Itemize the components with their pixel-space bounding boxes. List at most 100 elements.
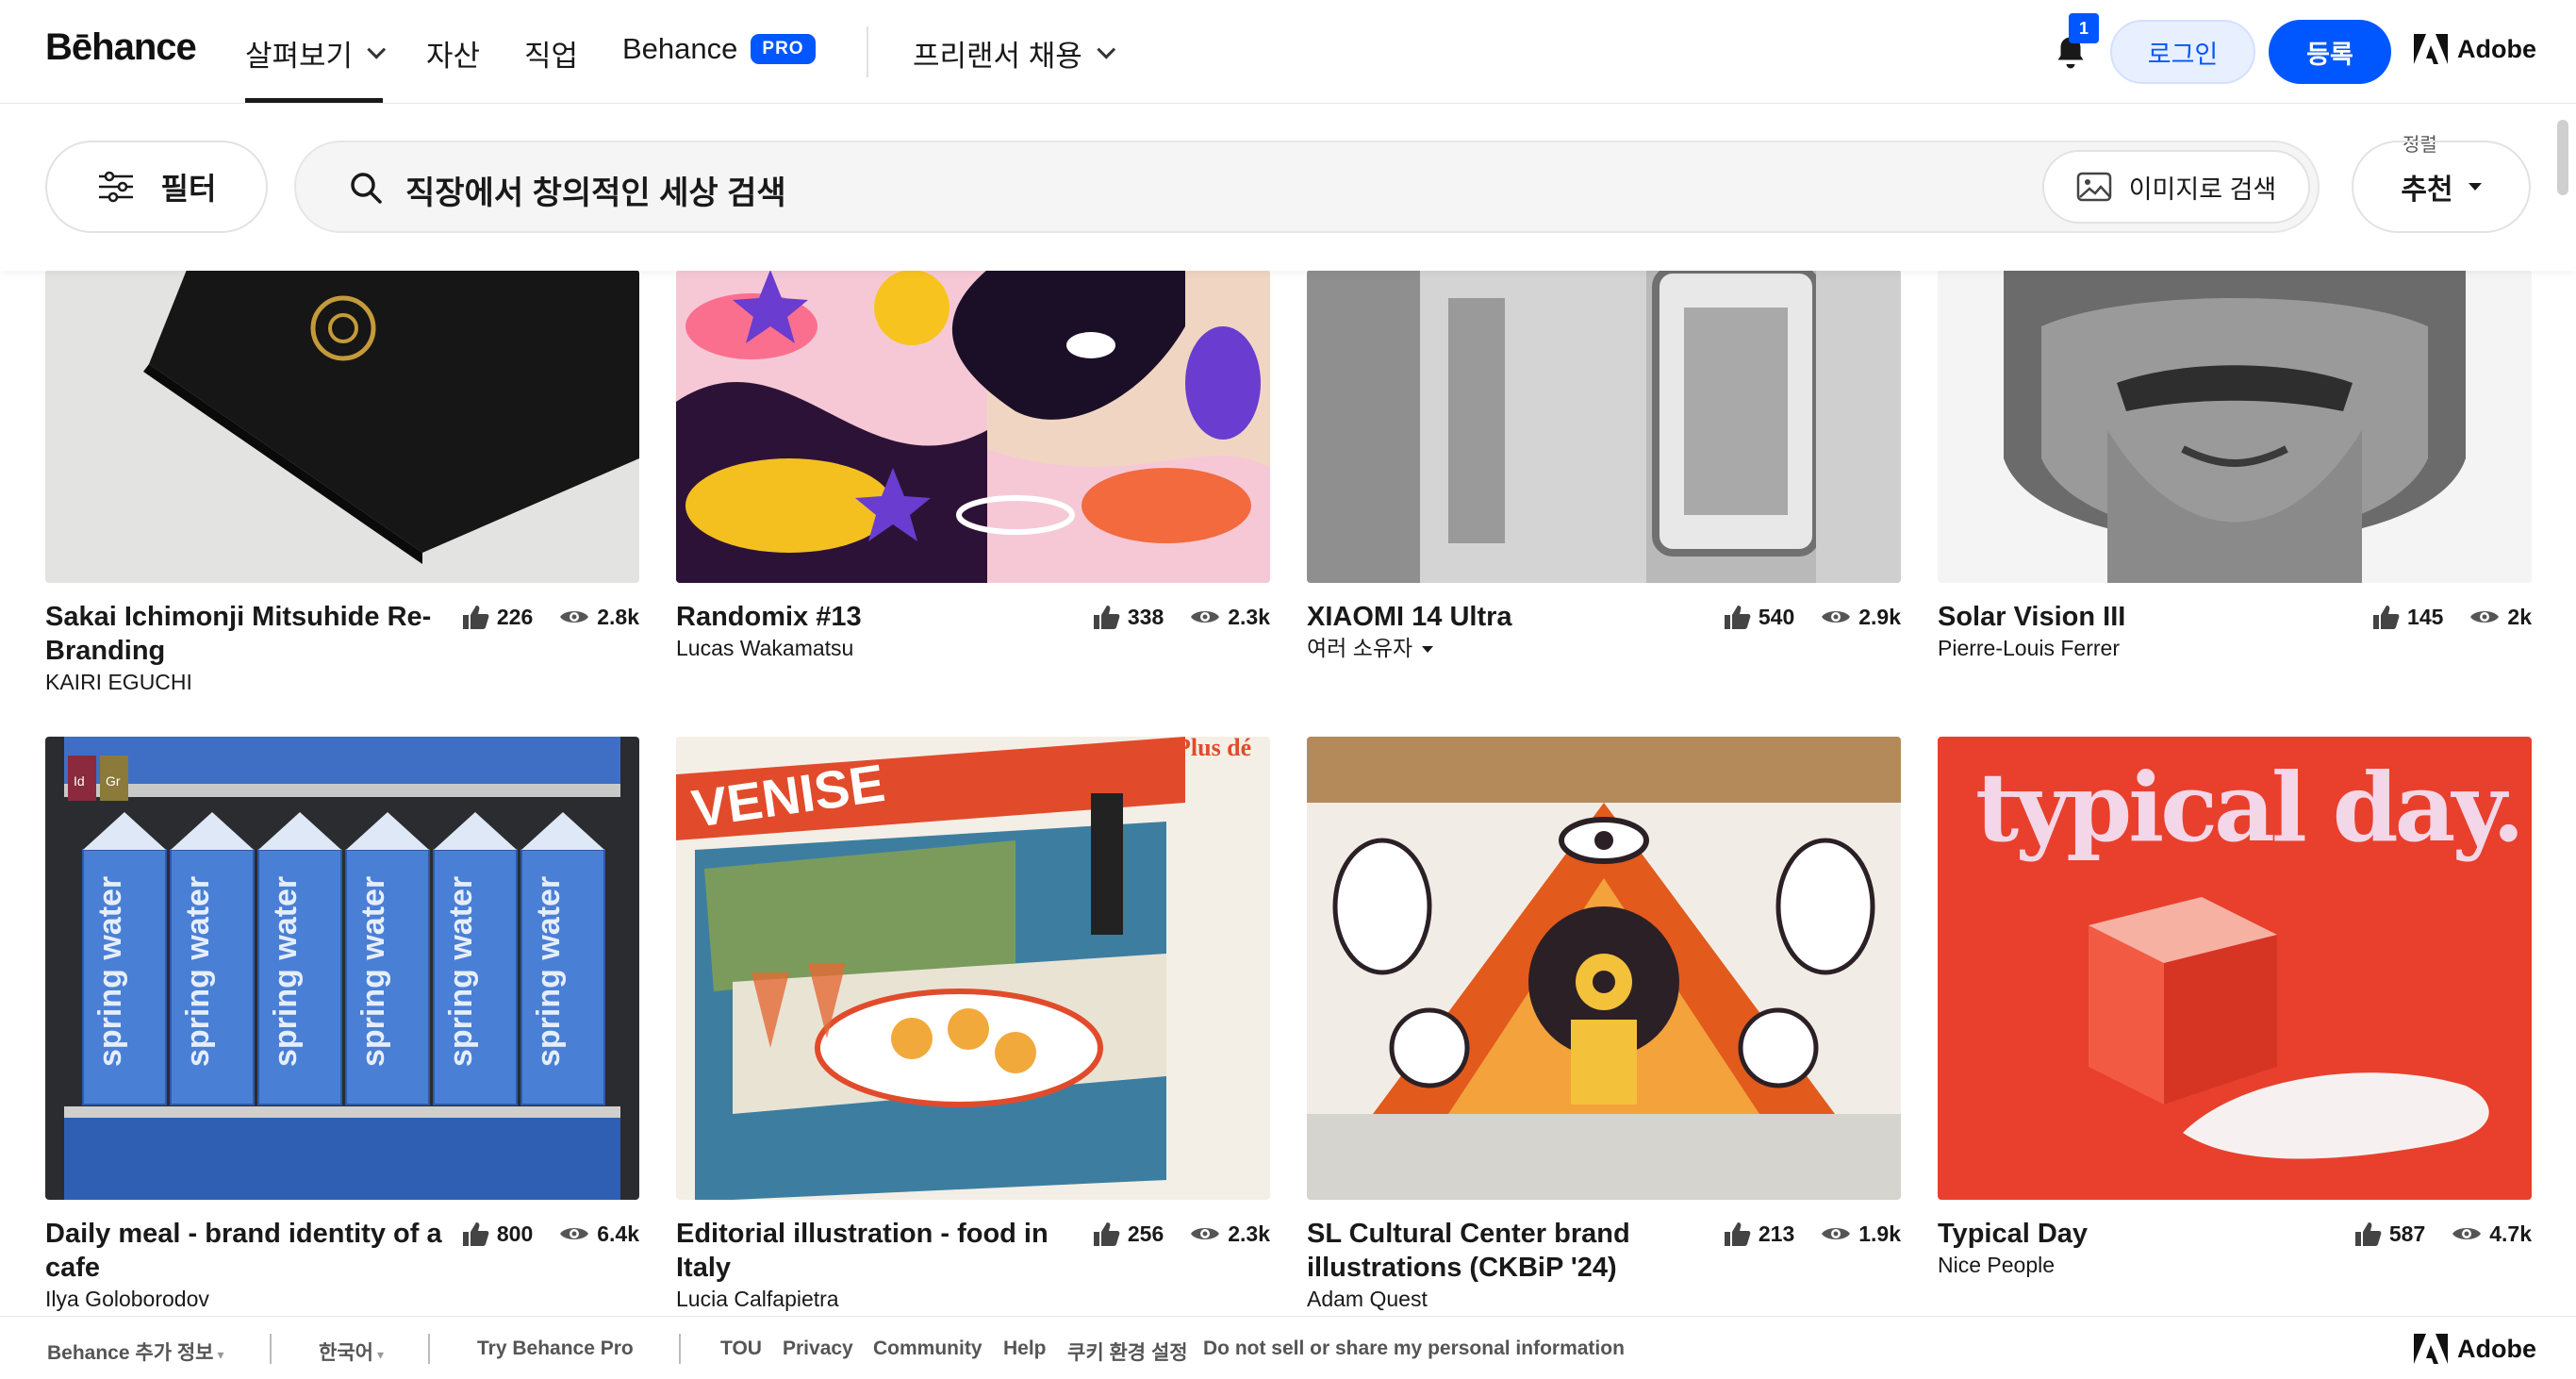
like-count: 226 <box>496 604 534 629</box>
project-thumbnail[interactable] <box>1938 270 2532 583</box>
view-stat: 2.9k <box>1821 605 1901 630</box>
view-count: 4.7k <box>2489 1221 2532 1246</box>
project-thumbnail[interactable] <box>676 270 1270 583</box>
view-count: 2.3k <box>1228 1221 1270 1246</box>
nav-explore-label: 살펴보기 <box>245 40 354 73</box>
project-stats: 213 1.9k <box>1723 1221 1901 1247</box>
project-owner[interactable]: Lucas Wakamatsu <box>676 634 853 662</box>
eye-icon <box>1191 1228 1220 1239</box>
plus-de-text: Plus dé <box>1176 737 1251 761</box>
thumbs-up-icon <box>1724 1222 1751 1246</box>
project-thumbnail[interactable]: VENISE Plus dé <box>676 737 1270 1200</box>
like-count: 800 <box>496 1221 534 1246</box>
nav-hire-label: 프리랜서 채용 <box>913 40 1082 73</box>
adobe-link[interactable]: Adobe <box>2414 34 2536 64</box>
eye-icon <box>1191 611 1220 623</box>
adobe-logo-icon <box>2414 34 2448 64</box>
nav-jobs-label: 직업 <box>524 40 579 73</box>
project-owner[interactable]: Nice People <box>1938 1251 2055 1279</box>
view-stat: 2.8k <box>559 605 639 630</box>
view-count: 2.8k <box>597 604 639 629</box>
filter-button[interactable]: 필터 <box>45 141 268 233</box>
project-title[interactable]: XIAOMI 14 Ultra <box>1307 600 1512 634</box>
project-owner[interactable]: Ilya Goloborodov <box>45 1285 209 1313</box>
search-query-text: 직장에서 창의적인 세상 검색 <box>405 175 786 211</box>
project-title[interactable]: Editorial illustration - food in Italy <box>676 1217 1091 1285</box>
footer-link-community[interactable]: Community <box>873 1337 983 1360</box>
nav-divider <box>867 26 868 77</box>
nav-assets-label: 자산 <box>426 40 481 73</box>
view-count: 1.9k <box>1858 1221 1901 1246</box>
footer-link-privacy[interactable]: Privacy <box>783 1337 853 1360</box>
page-scrollbar-thumb[interactable] <box>2557 120 2568 195</box>
project-title[interactable]: Daily meal - brand identity of a cafe <box>45 1217 470 1285</box>
project-owner[interactable]: Pierre-Louis Ferrer <box>1938 634 2120 662</box>
filter-label: 필터 <box>160 172 217 206</box>
nav-active-indicator <box>245 98 383 103</box>
footer-link-tou[interactable]: TOU <box>720 1337 762 1360</box>
nav-behance-pro[interactable]: Behance PRO <box>622 32 816 66</box>
project-thumbnail[interactable] <box>1307 737 1901 1200</box>
footer: Behance 추가 정보 ▾ 한국어 ▾ Try Behance Pro TOU … <box>0 1316 2576 1379</box>
view-count: 2.9k <box>1858 604 1901 629</box>
view-stat: 2k <box>2469 605 2532 630</box>
thumbnail-mural-illustration-image <box>1307 737 1901 1200</box>
project-owner-multiple[interactable]: 여러 소유자 <box>1307 634 1434 662</box>
footer-language[interactable]: 한국어 ▾ <box>319 1337 384 1366</box>
project-owner[interactable]: Adam Quest <box>1307 1285 1428 1313</box>
footer-link-cookies[interactable]: 쿠키 환경 설정 <box>1067 1337 1188 1366</box>
project-title[interactable]: Randomix #13 <box>676 600 862 634</box>
thumbs-up-icon <box>1093 606 1120 629</box>
thumbnail-bearded-face-image <box>1938 270 2532 583</box>
footer-language-label: 한국어 <box>319 1342 373 1364</box>
nav-assets[interactable]: 자산 <box>426 32 480 75</box>
eye-icon <box>2470 611 2500 623</box>
carton-label: spring water <box>531 876 567 1067</box>
project-title[interactable]: Typical Day <box>1938 1217 2088 1251</box>
carton-label: spring water <box>92 876 128 1067</box>
project-thumbnail[interactable]: spring water spring water spring water s… <box>45 737 639 1200</box>
like-count: 587 <box>2388 1221 2426 1246</box>
like-count: 213 <box>1758 1221 1795 1246</box>
thumbnail-water-cartons-image: spring water spring water spring water s… <box>45 737 639 1200</box>
view-stat: 2.3k <box>1190 605 1270 630</box>
image-search-button[interactable]: 이미지로 검색 <box>2042 150 2310 224</box>
search-input[interactable]: 직장에서 창의적인 세상 검색 이미지로 검색 <box>294 141 2320 233</box>
project-thumbnail[interactable] <box>45 270 639 583</box>
signup-button[interactable]: 등록 <box>2269 20 2391 84</box>
footer-adobe-link[interactable]: Adobe <box>2414 1334 2536 1364</box>
behance-logo[interactable]: Bēhance <box>45 26 197 69</box>
view-stat: 4.7k <box>2452 1221 2532 1247</box>
project-title[interactable]: SL Cultural Center brand illustrations (… <box>1307 1217 1712 1285</box>
adobe-logo-icon <box>2414 1334 2448 1364</box>
footer-more-info[interactable]: Behance 추가 정보 ▾ <box>47 1337 224 1366</box>
thumbnail-phone-frame-image <box>1307 270 1901 583</box>
like-count: 338 <box>1127 604 1164 629</box>
like-count: 540 <box>1758 604 1795 629</box>
chevron-down-icon <box>367 40 387 59</box>
nav-jobs[interactable]: 직업 <box>524 32 578 75</box>
login-button[interactable]: 로그인 <box>2110 20 2255 84</box>
project-title[interactable]: Sakai Ichimonji Mitsuhide Re-Branding <box>45 600 441 668</box>
eye-icon <box>560 611 589 623</box>
footer-link-do-not-sell[interactable]: Do not sell or share my personal informa… <box>1203 1337 1625 1360</box>
nav-hire-freelancers[interactable]: 프리랜서 채용 <box>913 32 1115 75</box>
caret-down-icon: ▾ <box>376 1347 384 1362</box>
tag-gr-text: Gr <box>106 773 121 789</box>
project-stats: 226 2.8k <box>461 604 639 630</box>
project-thumbnail[interactable]: typical day. <box>1938 737 2532 1200</box>
image-icon <box>2076 172 2111 202</box>
footer-try-pro[interactable]: Try Behance Pro <box>477 1337 634 1360</box>
sort-dropdown[interactable]: 추천 <box>2352 141 2531 233</box>
like-count: 256 <box>1127 1221 1164 1246</box>
project-thumbnail[interactable] <box>1307 270 1901 583</box>
project-title[interactable]: Solar Vision III <box>1938 600 2125 634</box>
view-stat: 6.4k <box>559 1221 639 1247</box>
sort-value: 추천 <box>2401 174 2453 206</box>
project-owner[interactable]: Lucia Calfapietra <box>676 1285 839 1313</box>
footer-link-help[interactable]: Help <box>1003 1337 1047 1360</box>
thumbnail-black-box-image <box>45 270 639 583</box>
project-owner[interactable]: KAIRI EGUCHI <box>45 668 192 696</box>
chevron-down-icon <box>1097 40 1115 59</box>
nav-explore[interactable]: 살펴보기 <box>245 32 387 75</box>
